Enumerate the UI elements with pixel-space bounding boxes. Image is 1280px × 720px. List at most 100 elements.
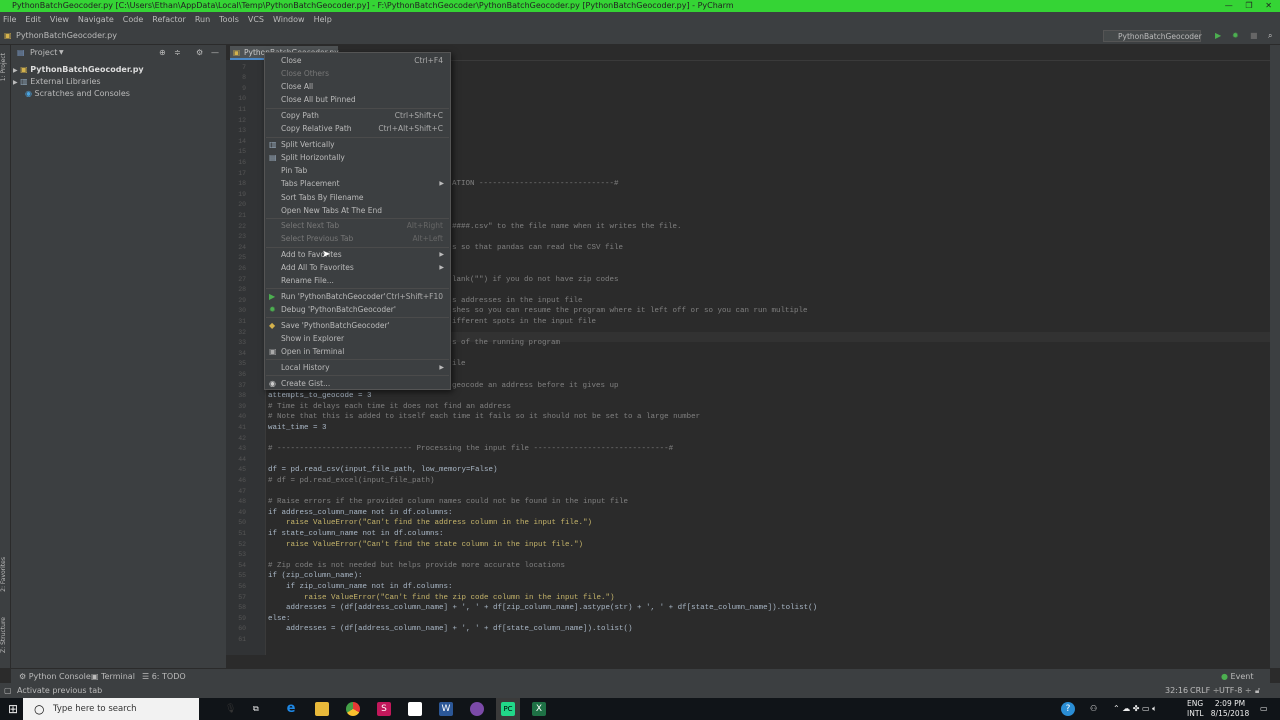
notes-icon[interactable] (408, 702, 422, 716)
microphone-icon[interactable]: 🎙︎ (225, 698, 236, 720)
code-line: # Note that this is added to itself each… (268, 413, 701, 422)
menu-file[interactable]: File (3, 12, 16, 27)
window-controls[interactable]: — ❐ ✕ (1225, 0, 1272, 12)
word-icon[interactable]: W (439, 702, 453, 716)
line-separator[interactable]: CRLF ÷ (1190, 683, 1219, 698)
menu-item-open-in-terminal[interactable]: ▣ Open in Terminal (265, 346, 450, 358)
edge-icon[interactable]: e (284, 702, 298, 716)
stop-icon[interactable]: ■ (1250, 27, 1258, 45)
code-line: df = pd.read_csv(input_file_path, low_me… (268, 466, 498, 475)
code-line: wait_time = 3 (268, 423, 327, 432)
excel-icon[interactable]: X (532, 702, 546, 716)
lang-line2: INTL (1187, 709, 1204, 718)
python-console-tab[interactable]: ⚙ Python Console (19, 669, 91, 684)
system-tray-icons[interactable]: ⌃ ☁ ✤ ▭ 🔈︎ (1113, 698, 1157, 720)
caret-position[interactable]: 32:16 (1165, 683, 1188, 698)
notification-icon[interactable]: ▭ (1260, 698, 1268, 720)
favorites-tool-tab[interactable]: 2: Favorites (0, 557, 7, 592)
menu-item-copy-path[interactable]: Copy Path Ctrl+Shift+C (265, 110, 450, 122)
menu-code[interactable]: Code (123, 12, 143, 27)
menu-item-run-pythonbatchgeocoder[interactable]: ▶ Run 'PythonBatchGeocoder' Ctrl+Shift+F10 (265, 291, 450, 303)
taskbar-search[interactable]: ○ Type here to search 🎙︎ (23, 698, 236, 720)
menu-item-rename-file[interactable]: Rename File... (265, 275, 450, 287)
menu-item-local-history[interactable]: Local History ▶ (265, 362, 450, 374)
menu-edit[interactable]: Edit (25, 12, 41, 27)
menu-item-open-new-tabs-at-the-end[interactable]: Open New Tabs At The End (265, 205, 450, 217)
menu-item-show-in-explorer[interactable]: Show in Explorer (265, 333, 450, 345)
run-config-select[interactable]: PythonBatchGeocoder▼ (1103, 30, 1202, 52)
file-explorer-icon[interactable] (315, 702, 329, 716)
menu-vcs[interactable]: VCS (248, 12, 264, 27)
terminal-tab[interactable]: ▣ Terminal (91, 669, 135, 684)
menu-item-close-all-but-pinned[interactable]: Close All but Pinned (265, 94, 450, 106)
clock[interactable]: 2:09 PM 8/15/2018 (1210, 699, 1250, 719)
menu-item-shortcut: Alt+Left (412, 234, 443, 243)
structure-tool-tab[interactable]: Z: Structure (0, 617, 7, 653)
menu-item-add-all-to-favorites[interactable]: Add All To Favorites ▶ (265, 262, 450, 274)
debug-icon[interactable]: ✹ (1232, 27, 1239, 45)
menu-item-close-others[interactable]: Close Others (265, 68, 450, 80)
line-number: 49 (238, 508, 246, 516)
people-icon[interactable]: ⚇ (1090, 698, 1097, 720)
gear-icon[interactable]: ⚙ (196, 45, 203, 60)
tree-item-scratches[interactable]: ◉ Scratches and Consoles (25, 88, 225, 100)
run-icon[interactable]: ▶ (1215, 27, 1221, 45)
help-icon[interactable]: ? (1061, 702, 1075, 716)
pycharm-taskbar-active[interactable]: PC (496, 698, 520, 720)
task-view-icon[interactable]: ⧉ (253, 698, 259, 720)
line-number: 9 (242, 84, 246, 92)
menu-item-sort-tabs-by-filename[interactable]: Sort Tabs By Filename (265, 192, 450, 204)
line-number: 45 (238, 466, 246, 474)
project-tool-tab[interactable]: 1: Project (0, 53, 7, 81)
menu-item-label: Save 'PythonBatchGeocoder' (281, 321, 390, 330)
language-indicator[interactable]: ENG INTL (1187, 699, 1204, 719)
line-number: 18 (238, 180, 246, 188)
menu-item-pin-tab[interactable]: Pin Tab (265, 165, 450, 177)
menu-item-select-next-tab[interactable]: Select Next Tab Alt+Right (265, 220, 450, 232)
menu-item-add-to-favorites[interactable]: Add to Favorites ▶ (265, 249, 450, 261)
menu-item-create-gist[interactable]: ◉ Create Gist... (265, 378, 450, 390)
menu-navigate[interactable]: Navigate (78, 12, 114, 27)
tab-label: Terminal (101, 672, 135, 681)
chevron-down-icon[interactable]: ▼ (59, 45, 64, 60)
menu-item-split-horizontally[interactable]: ▤ Split Horizontally (265, 152, 450, 164)
sublime-icon[interactable]: S (377, 702, 391, 716)
menu-item-save-pythonbatchgeocoder[interactable]: ◆ Save 'PythonBatchGeocoder' (265, 320, 450, 332)
menu-item-split-vertically[interactable]: ▥ Split Vertically (265, 139, 450, 151)
todo-tab[interactable]: ☰ 6: TODO (142, 669, 186, 684)
scratches-icon: ◉ (25, 89, 32, 98)
status-toggle-icon[interactable]: ▢ (4, 683, 12, 698)
chrome-icon[interactable] (346, 702, 360, 716)
locate-icon[interactable]: ⊕ (159, 45, 166, 60)
menu-item-label: Add to Favorites (281, 250, 342, 259)
menu-item-close[interactable]: Close Ctrl+F4 (265, 55, 450, 67)
encoding[interactable]: UTF-8 ÷ (1219, 683, 1252, 698)
menu-refactor[interactable]: Refactor (152, 12, 186, 27)
tree-item-project-file[interactable]: ▶ ▣ PythonBatchGeocoder.py (13, 64, 223, 76)
tree-item-external-libraries[interactable]: ▶ ▥ External Libraries (13, 76, 223, 88)
menu-window[interactable]: Window (273, 12, 305, 27)
right-tool-stripe (1270, 45, 1280, 668)
menu-help[interactable]: Help (314, 12, 332, 27)
menu-item-close-all[interactable]: Close All (265, 81, 450, 93)
menu-item-label: Select Previous Tab (281, 234, 354, 243)
menu-separator (266, 108, 449, 109)
menu-item-debug-pythonbatchgeocoder[interactable]: ✹ Debug 'PythonBatchGeocoder' (265, 304, 450, 316)
menu-item-copy-relative-path[interactable]: Copy Relative Path Ctrl+Alt+Shift+C (265, 123, 450, 135)
menu-tools[interactable]: Tools (219, 12, 239, 27)
project-view-select[interactable]: Project (30, 45, 57, 60)
breadcrumb[interactable]: PythonBatchGeocoder.py (16, 27, 117, 45)
hide-icon[interactable]: — (211, 45, 219, 60)
menu-run[interactable]: Run (195, 12, 210, 27)
search-icon[interactable]: ⌕ (1268, 27, 1272, 45)
menu-view[interactable]: View (50, 12, 69, 27)
windows-start-icon[interactable]: ⊞ (8, 698, 18, 720)
collapse-icon[interactable]: ≑ (174, 45, 181, 60)
lock-icon[interactable]: 🔓︎ (1255, 683, 1260, 698)
line-number: 60 (238, 625, 246, 633)
line-number: 51 (238, 529, 246, 537)
menu-item-select-previous-tab[interactable]: Select Previous Tab Alt+Left (265, 233, 450, 245)
github-desktop-icon[interactable] (470, 702, 484, 716)
line-number: 21 (238, 211, 246, 219)
menu-item-tabs-placement[interactable]: Tabs Placement ▶ (265, 178, 450, 190)
